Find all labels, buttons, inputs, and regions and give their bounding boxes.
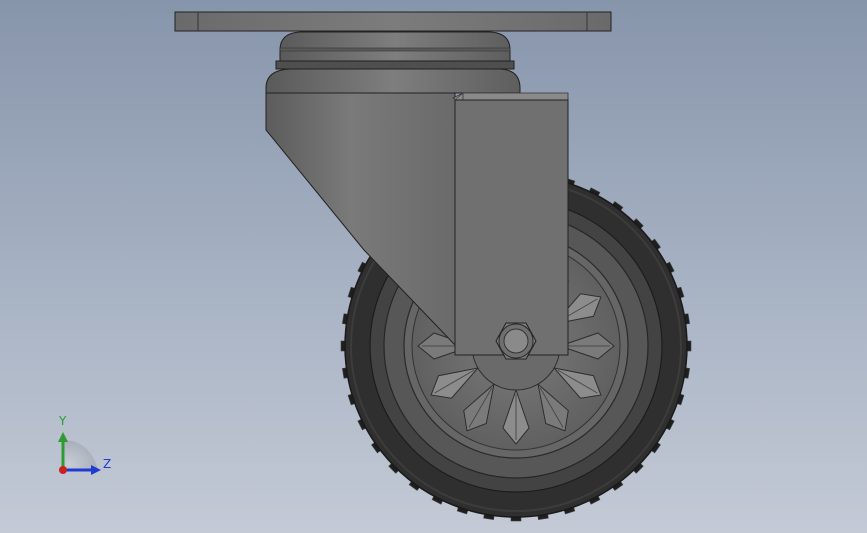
triad-z-label: Z <box>103 457 112 471</box>
caster-model <box>58 11 692 522</box>
triad-y-label: Y <box>59 414 67 428</box>
top-plate[interactable] <box>174 11 612 32</box>
x-axis-point <box>59 466 67 474</box>
swivel-bearing[interactable] <box>265 31 521 94</box>
reference-triad[interactable] <box>58 432 101 475</box>
graphics-viewport[interactable]: Y Z <box>0 0 867 533</box>
